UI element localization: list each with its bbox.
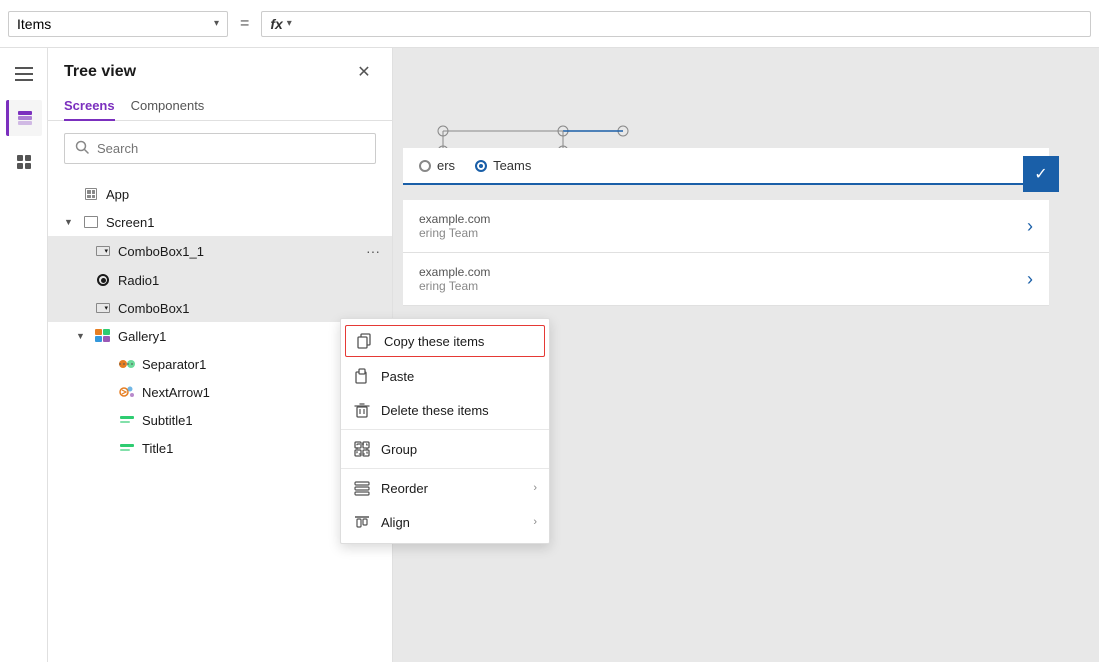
- reorder-icon: [353, 479, 371, 497]
- team-sub-1: ering Team: [419, 226, 1019, 240]
- context-menu: Copy these items Paste: [340, 318, 550, 544]
- radio-row: ers Teams: [403, 148, 1049, 185]
- tree-title: Tree view: [64, 63, 136, 81]
- search-box[interactable]: [64, 133, 376, 164]
- items-dropdown-chevron: ▾: [214, 18, 219, 29]
- context-menu-copy[interactable]: Copy these items: [345, 325, 545, 357]
- layers-icon[interactable]: [6, 100, 42, 136]
- search-icon: [75, 140, 89, 157]
- team-email-1: example.com: [419, 212, 1019, 226]
- top-bar: Items ▾ = fx ▾: [0, 0, 1099, 48]
- search-input[interactable]: [97, 141, 365, 156]
- title-icon: [118, 439, 136, 457]
- tree-item-screen1[interactable]: ▼ Screen1: [48, 208, 392, 236]
- group-icon: [353, 440, 371, 458]
- reorder-arrow-icon: ›: [533, 482, 537, 494]
- tree-close-button[interactable]: ✕: [352, 60, 376, 84]
- tree-tabs: Screens Components: [48, 92, 392, 121]
- tree-item-combobox1_1[interactable]: ▾ ComboBox1_1 ···: [48, 236, 392, 266]
- team-info-2: example.com ering Team: [419, 265, 1019, 293]
- team-info-1: example.com ering Team: [419, 212, 1019, 240]
- team-item-1[interactable]: example.com ering Team ›: [403, 200, 1049, 253]
- fx-label: fx: [270, 16, 282, 32]
- combobox1-label: ComboBox1: [118, 301, 384, 316]
- items-dropdown[interactable]: Items ▾: [8, 11, 228, 37]
- nextarrow-icon: [118, 383, 136, 401]
- tab-components[interactable]: Components: [131, 92, 205, 121]
- team-list: example.com ering Team › example.com eri…: [403, 200, 1049, 306]
- menu-divider-1: [341, 429, 549, 430]
- screen1-label: Screen1: [106, 215, 384, 230]
- team-item-2[interactable]: example.com ering Team ›: [403, 253, 1049, 306]
- tree-header: Tree view ✕: [48, 48, 392, 92]
- paste-label: Paste: [381, 369, 537, 384]
- radio1-label: Radio1: [118, 273, 384, 288]
- delete-icon: [353, 401, 371, 419]
- app-label: App: [106, 187, 384, 202]
- main-area: Tree view ✕ Screens Components: [0, 48, 1099, 662]
- align-arrow-icon: ›: [533, 516, 537, 528]
- checkmark-icon: ✓: [1034, 164, 1047, 184]
- copy-icon: [356, 332, 374, 350]
- tab-screens[interactable]: Screens: [64, 92, 115, 121]
- expand-icon-screen1: ▼: [64, 217, 76, 227]
- screen-icon: [82, 213, 100, 231]
- group-label: Group: [381, 442, 537, 457]
- radio-icon: [94, 271, 112, 289]
- paste-icon: [353, 367, 371, 385]
- separator-icon: [118, 355, 136, 373]
- combobox-icon: ▾: [94, 242, 112, 260]
- fx-chevron: ▾: [287, 18, 292, 29]
- team-arrow-1[interactable]: ›: [1027, 216, 1033, 237]
- tree-item-app[interactable]: App: [48, 180, 392, 208]
- hamburger-icon[interactable]: [6, 56, 42, 92]
- radio-option-ers[interactable]: ers: [419, 158, 455, 173]
- fx-bar[interactable]: fx ▾: [261, 11, 1091, 37]
- team-arrow-2[interactable]: ›: [1027, 269, 1033, 290]
- subtitle-icon: [118, 411, 136, 429]
- combobox1_1-label: ComboBox1_1: [118, 244, 356, 259]
- blue-checkbox[interactable]: ✓: [1023, 156, 1059, 192]
- expand-icon-gallery1: ▼: [76, 331, 88, 341]
- delete-label: Delete these items: [381, 403, 537, 418]
- tree-item-radio1[interactable]: Radio1: [48, 266, 392, 294]
- gallery-icon: [94, 327, 112, 345]
- left-toolbar: [0, 48, 48, 662]
- dots-menu-combobox1_1[interactable]: ···: [362, 241, 384, 261]
- context-menu-group[interactable]: Group: [341, 432, 549, 466]
- copy-label: Copy these items: [384, 334, 534, 349]
- radio-option-teams[interactable]: Teams: [475, 158, 531, 173]
- context-menu-align[interactable]: Align ›: [341, 505, 549, 539]
- context-menu-delete[interactable]: Delete these items: [341, 393, 549, 427]
- align-icon: [353, 513, 371, 531]
- align-label: Align: [381, 515, 523, 530]
- menu-divider-2: [341, 468, 549, 469]
- team-email-2: example.com: [419, 265, 1019, 279]
- items-dropdown-label: Items: [17, 16, 210, 32]
- team-sub-2: ering Team: [419, 279, 1019, 293]
- equals-icon: =: [236, 15, 253, 33]
- app-icon: [82, 185, 100, 203]
- context-menu-reorder[interactable]: Reorder ›: [341, 471, 549, 505]
- insert-icon[interactable]: [6, 144, 42, 180]
- context-menu-paste[interactable]: Paste: [341, 359, 549, 393]
- reorder-label: Reorder: [381, 481, 523, 496]
- combobox1-icon: ▾: [94, 299, 112, 317]
